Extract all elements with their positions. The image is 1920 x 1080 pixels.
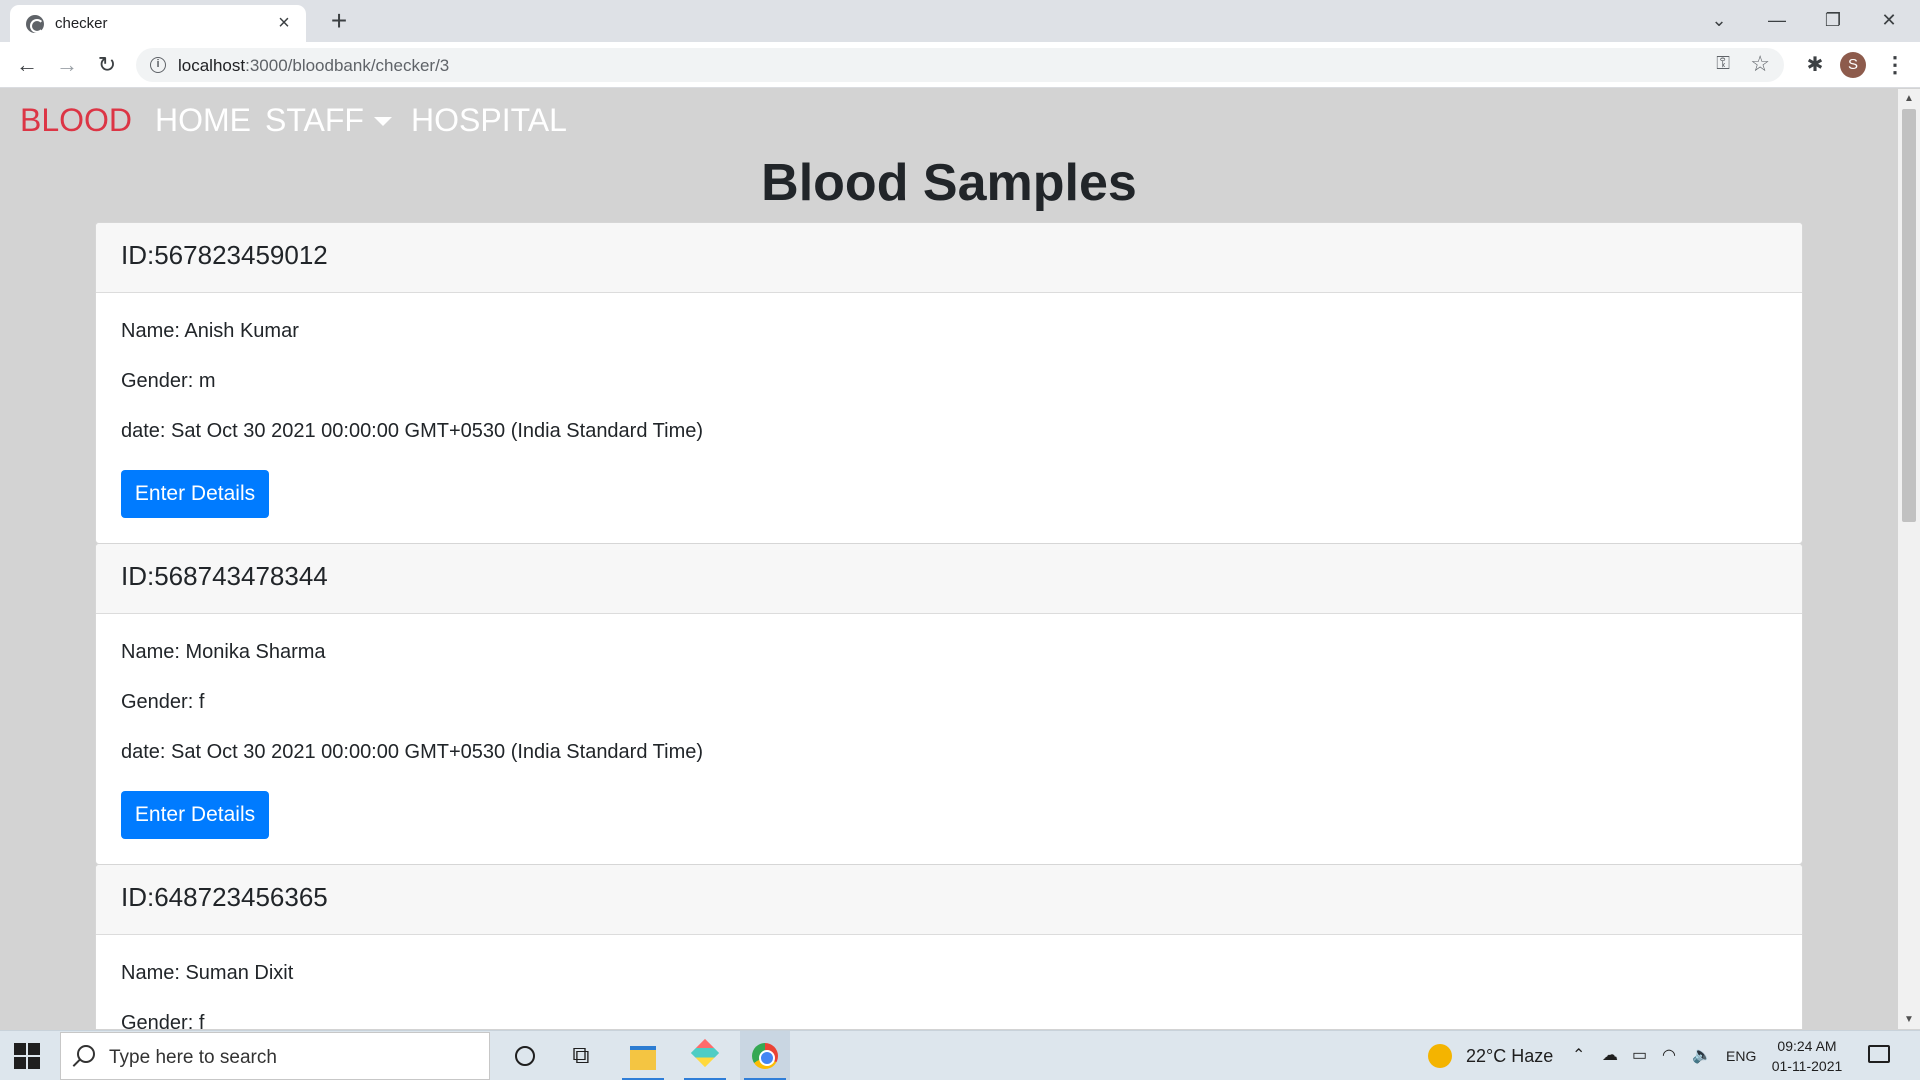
sample-name: Name: Suman Dixit <box>121 962 294 984</box>
browser-toolbar: ← → ↻ i localhost:3000/bloodbank/checker… <box>0 42 1920 88</box>
new-tab-button[interactable]: + <box>324 6 354 36</box>
browser-menu-icon[interactable]: ⋮ <box>1880 50 1910 80</box>
restore-button[interactable]: ❐ <box>1810 0 1856 40</box>
browser-tab[interactable]: checker × <box>10 5 306 42</box>
weather-text[interactable]: 22°C Haze <box>1466 1046 1553 1067</box>
cortana-icon[interactable] <box>500 1031 550 1080</box>
sample-date: date: Sat Oct 30 2021 00:00:00 GMT+0530 … <box>121 741 704 763</box>
windows-start-icon[interactable] <box>14 1043 40 1069</box>
site-info-icon[interactable]: i <box>150 57 166 73</box>
sample-id: ID:567823459012 <box>96 223 1802 293</box>
globe-icon <box>26 15 44 33</box>
forward-button[interactable]: → <box>52 50 82 80</box>
bookmark-star-icon[interactable]: ☆ <box>1750 51 1770 77</box>
tab-search-icon[interactable]: ⌄ <box>1696 0 1742 40</box>
taskbar-clock[interactable]: 09:24 AM 01-11-2021 <box>1770 1036 1844 1076</box>
sample-gender: Gender: m <box>121 370 216 392</box>
scroll-up-arrow-icon[interactable]: ▲ <box>1904 93 1914 104</box>
nav-hospital-link[interactable]: HOSPITAL <box>411 102 567 139</box>
sample-date: date: Sat Oct 30 2021 00:00:00 GMT+0530 … <box>121 420 704 442</box>
scroll-down-arrow-icon[interactable]: ▼ <box>1904 1014 1914 1025</box>
volume-icon[interactable]: 🔈 <box>1692 1045 1712 1065</box>
taskbar-search-input[interactable]: Type here to search <box>60 1032 490 1080</box>
tab-title: checker <box>55 15 108 32</box>
key-icon[interactable]: ⚿ <box>1716 53 1730 74</box>
tab-strip: checker × + ⌄ — ❐ ✕ <box>0 0 1920 42</box>
input-language[interactable]: ENG <box>1726 1048 1756 1064</box>
clock-date: 01-11-2021 <box>1771 1058 1843 1074</box>
site-navbar: BLOOD HOME STAFF HOSPITAL <box>0 89 1898 151</box>
extensions-puzzle-icon[interactable]: ✱ <box>1800 50 1830 80</box>
sample-name: Name: Monika Sharma <box>121 641 326 663</box>
show-hidden-icons-chevron-icon[interactable]: ⌃ <box>1572 1045 1585 1065</box>
search-icon <box>77 1045 95 1063</box>
minimize-button[interactable]: — <box>1754 0 1800 40</box>
search-placeholder: Type here to search <box>109 1047 277 1068</box>
page-scrollbar[interactable]: ▲ ▼ <box>1898 89 1920 1029</box>
task-view-icon[interactable]: ⧉ <box>556 1031 606 1080</box>
sample-name: Name: Anish Kumar <box>121 320 299 342</box>
url-path: :3000/bloodbank/checker/3 <box>245 56 450 75</box>
enter-details-button[interactable]: Enter Details <box>121 791 269 839</box>
page-title: Blood Samples <box>761 154 1137 212</box>
sample-card: ID:568743478344 Name: Monika Sharma Gend… <box>95 543 1803 865</box>
back-button[interactable]: ← <box>12 50 42 80</box>
url-host: localhost <box>178 56 246 75</box>
nav-staff-dropdown[interactable]: STAFF <box>265 102 364 139</box>
onedrive-cloud-icon[interactable]: ☁ <box>1602 1045 1618 1065</box>
windows-taskbar: Type here to search ⧉ 22°C Haze ⌃ ☁ ▭ ◠ … <box>0 1030 1920 1080</box>
reload-button[interactable]: ↻ <box>92 50 122 80</box>
nav-home-link[interactable]: HOME <box>155 102 251 139</box>
sample-card: ID:648723456365 Name: Suman Dixit Gender… <box>95 864 1803 1029</box>
sample-id: ID:568743478344 <box>96 544 1802 614</box>
sample-id: ID:648723456365 <box>96 865 1802 935</box>
git-app-icon[interactable] <box>680 1031 730 1080</box>
address-bar[interactable]: i localhost:3000/bloodbank/checker/3 ⚿ ☆ <box>136 48 1784 82</box>
page-viewport: BLOOD HOME STAFF HOSPITAL Blood Samples … <box>0 89 1898 1029</box>
url-text[interactable]: localhost:3000/bloodbank/checker/3 <box>178 56 449 76</box>
file-explorer-icon[interactable] <box>618 1031 668 1080</box>
sample-gender: Gender: f <box>121 1012 205 1029</box>
sample-gender: Gender: f <box>121 691 205 713</box>
notification-center-icon[interactable] <box>1868 1045 1890 1063</box>
close-window-button[interactable]: ✕ <box>1866 0 1912 40</box>
wifi-icon[interactable]: ◠ <box>1662 1045 1676 1065</box>
brand-logo-text[interactable]: BLOOD <box>20 102 132 139</box>
clock-time: 09:24 AM <box>1777 1038 1837 1054</box>
enter-details-button[interactable]: Enter Details <box>121 470 269 518</box>
chrome-icon[interactable] <box>740 1031 790 1080</box>
weather-sun-icon[interactable] <box>1428 1044 1452 1068</box>
caret-down-icon[interactable] <box>374 117 392 126</box>
battery-icon[interactable]: ▭ <box>1632 1045 1647 1065</box>
scrollbar-thumb[interactable] <box>1902 109 1916 522</box>
sample-card: ID:567823459012 Name: Anish Kumar Gender… <box>95 222 1803 544</box>
close-tab-icon[interactable]: × <box>272 11 296 35</box>
profile-avatar[interactable]: S <box>1840 52 1866 78</box>
